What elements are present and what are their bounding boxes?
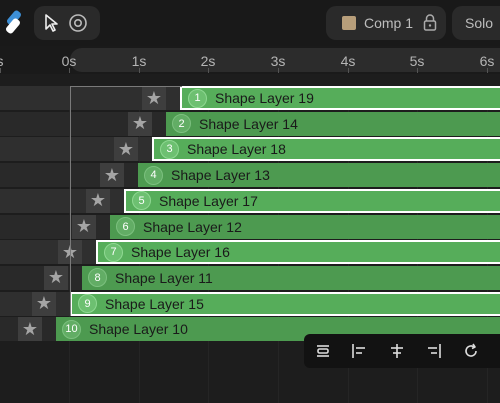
ruler-tick-mark [487, 68, 488, 73]
ruler-tick-label: 6s [479, 53, 495, 69]
layer-row[interactable]: ★ 8 Shape Layer 11 [0, 265, 500, 290]
ruler-tick-label: 3s [270, 53, 286, 69]
top-bar: Comp 1 Solo [0, 0, 500, 46]
ruler-tick-mark [0, 68, 1, 73]
ruler-tick-label: 4s [340, 53, 356, 69]
layer-name: Shape Layer 18 [187, 141, 286, 158]
layer-bar[interactable]: 5 Shape Layer 17 [124, 188, 500, 213]
align-center-icon[interactable] [388, 342, 406, 360]
link-icon[interactable] [2, 9, 26, 35]
layer-name: Shape Layer 10 [89, 321, 188, 338]
layer-row[interactable]: ★ 3 Shape Layer 18 [0, 137, 500, 162]
layer-name: Shape Layer 17 [159, 192, 258, 209]
layer-index-badge: 7 [104, 242, 123, 262]
star-icon[interactable]: ★ [32, 291, 56, 316]
layer-index-badge: 2 [172, 114, 191, 134]
layer-bar[interactable]: 3 Shape Layer 18 [152, 137, 500, 162]
star-icon[interactable]: ★ [100, 163, 124, 188]
layer-row[interactable]: ★ 7 Shape Layer 16 [0, 240, 500, 265]
lock-icon[interactable] [423, 14, 437, 31]
ruler-tick-mark [348, 68, 349, 73]
star-icon[interactable]: ★ [114, 137, 138, 162]
layer-bar[interactable]: 7 Shape Layer 16 [96, 240, 500, 265]
ruler-tick-mark [278, 68, 279, 73]
layer-name: Shape Layer 19 [215, 90, 314, 106]
star-icon[interactable]: ★ [72, 214, 96, 239]
layer-name: Shape Layer 15 [105, 295, 204, 312]
ruler-tick-mark [69, 68, 70, 73]
ruler-tick-label: 1s [131, 53, 147, 69]
align-left-icon[interactable] [350, 342, 368, 360]
layer-index-badge: 4 [144, 165, 163, 185]
layer-row[interactable]: ★ 1 Shape Layer 19 [0, 86, 500, 110]
layer-bar[interactable]: 6 Shape Layer 12 [110, 214, 500, 239]
composition-name: Comp 1 [364, 15, 414, 31]
layer-bar[interactable]: 9 Shape Layer 15 [70, 291, 500, 316]
layer-name: Shape Layer 16 [131, 244, 230, 261]
layer-row[interactable]: ★ 6 Shape Layer 12 [0, 214, 500, 239]
select-tool-icon[interactable] [44, 14, 60, 32]
star-icon[interactable]: ★ [86, 188, 110, 213]
layer-bar[interactable]: 1 Shape Layer 19 [180, 86, 500, 110]
ruler-tick-mark [208, 68, 209, 73]
layer-index-badge: 8 [88, 268, 107, 288]
ruler-tick-label: 5s [409, 53, 425, 69]
target-icon[interactable] [68, 13, 88, 33]
layer-index-badge: 9 [78, 294, 97, 314]
layer-index-badge: 3 [160, 139, 179, 159]
star-icon[interactable]: ★ [58, 240, 82, 265]
layer-index-badge: 5 [132, 191, 151, 211]
star-icon[interactable]: ★ [18, 317, 42, 342]
layer-bar[interactable]: 2 Shape Layer 14 [166, 111, 500, 136]
ruler-tick-label: s [0, 53, 4, 69]
distribute-icon[interactable] [314, 342, 332, 360]
refresh-icon[interactable] [462, 342, 480, 360]
time-ruler[interactable]: s 0s 1s 2s 3s 4s 5s 6s [0, 46, 500, 74]
layer-row[interactable]: ★ 4 Shape Layer 13 [0, 163, 500, 188]
layer-name: Shape Layer 12 [143, 218, 242, 235]
align-toolbox [304, 334, 500, 368]
align-right-icon[interactable] [425, 342, 443, 360]
ruler-tick-label: 2s [200, 53, 216, 69]
layer-row[interactable]: ★ 2 Shape Layer 14 [0, 111, 500, 136]
layer-name: Shape Layer 14 [199, 115, 298, 132]
solo-label: Solo [465, 15, 494, 31]
ruler-tick-label: 0s [61, 53, 77, 69]
ruler-tick-mark [139, 68, 140, 73]
star-icon[interactable]: ★ [128, 111, 152, 136]
layer-row[interactable]: ★ 5 Shape Layer 17 [0, 188, 500, 213]
layer-bar[interactable]: 4 Shape Layer 13 [138, 163, 500, 188]
row-background [0, 265, 82, 290]
layer-index-badge: 6 [116, 217, 135, 236]
layer-bar[interactable]: 8 Shape Layer 11 [82, 265, 500, 290]
composition-swatch [342, 16, 356, 30]
ruler-tick-mark [417, 68, 418, 73]
layer-index-badge: 1 [188, 88, 207, 108]
composition-selector[interactable]: Comp 1 [326, 6, 446, 40]
layer-name: Shape Layer 11 [115, 269, 213, 286]
layer-index-badge: 10 [62, 319, 81, 339]
layer-name: Shape Layer 13 [171, 167, 270, 184]
tool-group [34, 6, 100, 40]
layer-row[interactable]: ★ 9 Shape Layer 15 [0, 291, 500, 316]
star-icon[interactable]: ★ [142, 86, 166, 110]
star-icon[interactable]: ★ [44, 265, 68, 290]
solo-button[interactable]: Solo [452, 6, 500, 40]
